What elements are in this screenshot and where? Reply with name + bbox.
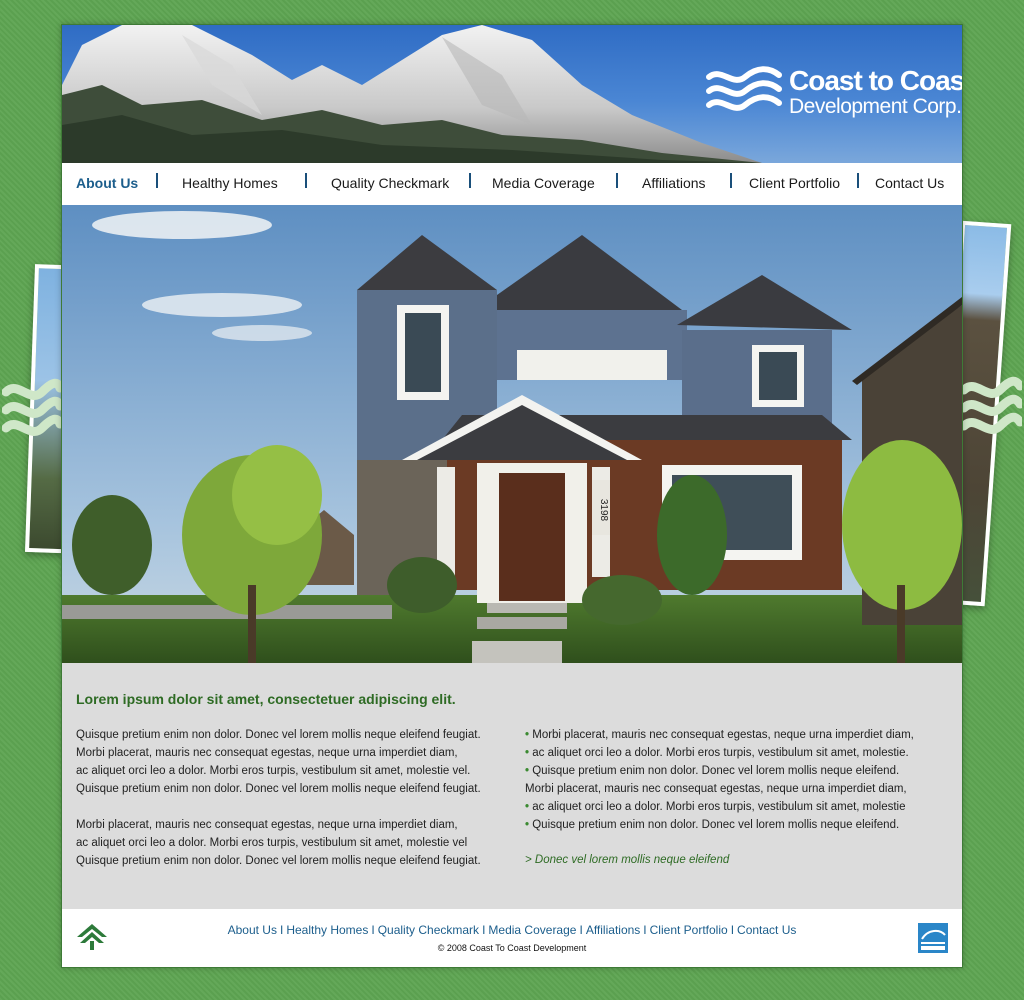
footer-nav: About Us I Healthy Homes I Quality Checkmark… [62, 923, 962, 937]
copyright-text: © 2008 Coast To Coast Development [437, 943, 587, 953]
content-right-column: • Morbi placerat, mauris nec consequat e… [525, 726, 955, 834]
page-frame: Coast to Coast Development Corp. About U… [61, 24, 963, 968]
bullet-list-item: • ac aliquet orci leo a dolor. Morbi ero… [525, 798, 955, 816]
footer-separator: I [371, 923, 375, 937]
footer-separator: I [730, 923, 735, 937]
brand-logo[interactable]: Coast to Coast Development Corp. [705, 63, 962, 123]
more-link[interactable]: > Donec vel lorem mollis neque eleifend [525, 854, 729, 866]
list-item-text: Quisque pretium enim non dolor. Donec ve… [532, 819, 900, 831]
main-nav: About Us Healthy Homes Quality Checkmark… [62, 163, 962, 205]
list-item: Morbi placerat, mauris nec consequat ege… [525, 780, 955, 798]
nav-item-healthy-homes[interactable]: Healthy Homes [182, 175, 278, 191]
nav-separator [857, 173, 859, 188]
bullet-icon: • [525, 819, 530, 831]
bullet-icon: • [525, 765, 530, 777]
content-left-column: Quisque pretium enim non dolor. Donec ve… [76, 726, 516, 888]
brand-name: Coast to Coast [789, 65, 962, 96]
footer-separator: I [643, 923, 647, 937]
nav-item-media-coverage[interactable]: Media Coverage [492, 175, 595, 191]
wave-decoration-left-icon [2, 378, 62, 436]
bullet-list-item: • Quisque pretium enim non dolor. Donec … [525, 762, 955, 780]
energy-star-icon[interactable] [918, 923, 948, 953]
nav-separator [305, 173, 307, 188]
bullet-list-item: • Morbi placerat, mauris nec consequat e… [525, 726, 955, 744]
paragraph-line: Morbi placerat, mauris nec consequat ege… [76, 747, 458, 759]
footer-separator: I [579, 923, 583, 937]
list-item-text: ac aliquet orci leo a dolor. Morbi eros … [532, 801, 906, 813]
wave-logo-icon [706, 66, 782, 111]
paragraph-line: Morbi placerat, mauris nec consequat ege… [76, 819, 458, 831]
footer: About Us I Healthy Homes I Quality Checkmark… [62, 909, 962, 967]
content-headline: Lorem ipsum dolor sit amet, consectetuer… [76, 691, 456, 707]
brand-subtitle: Development Corp. [789, 95, 962, 118]
footer-link-affiliations[interactable]: Affiliations [586, 923, 640, 937]
nav-item-contact-us[interactable]: Contact Us [875, 175, 944, 191]
header-banner: Coast to Coast Development Corp. [62, 25, 962, 163]
wave-decoration-right-icon [962, 376, 1022, 434]
nav-item-client-portfolio[interactable]: Client Portfolio [749, 175, 840, 191]
nav-separator [616, 173, 618, 188]
nav-separator [730, 173, 732, 188]
nav-separator [469, 173, 471, 188]
nav-separator [156, 173, 158, 188]
list-item-text: Morbi placerat, mauris nec consequat ege… [525, 783, 907, 795]
bullet-icon: • [525, 801, 530, 813]
nav-item-affiliations[interactable]: Affiliations [642, 175, 706, 191]
list-item-text: Quisque pretium enim non dolor. Donec ve… [532, 765, 900, 777]
list-item-text: ac aliquet orci leo a dolor. Morbi eros … [532, 747, 909, 759]
paragraph-line: Quisque pretium enim non dolor. Donec ve… [76, 855, 481, 867]
main-content: Lorem ipsum dolor sit amet, consectetuer… [62, 663, 962, 909]
footer-link-client-portfolio[interactable]: Client Portfolio [650, 923, 728, 937]
paragraph: Morbi placerat, mauris nec consequat ege… [76, 816, 516, 870]
bullet-list-item: • ac aliquet orci leo a dolor. Morbi ero… [525, 744, 955, 762]
bullet-list-item: • Quisque pretium enim non dolor. Donec … [525, 816, 955, 834]
nav-item-about-us[interactable]: About Us [76, 175, 138, 191]
paragraph-line: ac aliquet orci leo a dolor. Morbi eros … [76, 837, 468, 849]
paragraph-line: Quisque pretium enim non dolor. Donec ve… [76, 729, 481, 741]
house-number: 3198 [598, 499, 609, 522]
footer-separator: I [279, 923, 284, 937]
paragraph: Quisque pretium enim non dolor. Donec ve… [76, 726, 516, 798]
bullet-icon: • [525, 729, 530, 741]
list-item-text: Morbi placerat, mauris nec consequat ege… [532, 729, 914, 741]
paragraph-line: ac aliquet orci leo a dolor. Morbi eros … [76, 765, 471, 777]
footer-link-about-us[interactable]: About Us [228, 923, 277, 937]
bullet-icon: • [525, 747, 530, 759]
footer-separator: I [482, 923, 486, 937]
footer-link-contact-us[interactable]: Contact Us [737, 923, 796, 937]
nav-item-quality-checkmark[interactable]: Quality Checkmark [331, 175, 449, 191]
footer-link-quality-checkmark[interactable]: Quality Checkmark [378, 923, 479, 937]
footer-link-media-coverage[interactable]: Media Coverage [488, 923, 576, 937]
hero-house-photo: 3198 [62, 205, 962, 663]
footer-link-healthy-homes[interactable]: Healthy Homes [286, 923, 368, 937]
paragraph-line: Quisque pretium enim non dolor. Donec ve… [76, 783, 481, 795]
